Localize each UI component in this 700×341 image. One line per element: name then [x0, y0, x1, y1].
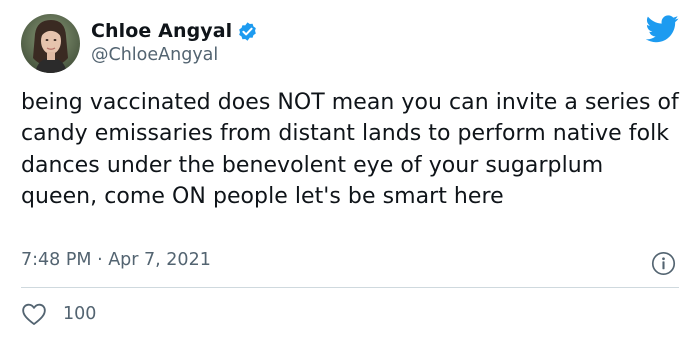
display-name[interactable]: Chloe Angyal: [91, 20, 232, 42]
author-handle[interactable]: @ChloeAngyal: [91, 45, 218, 65]
tweet-actions: 100: [21, 300, 96, 328]
author-name-row[interactable]: Chloe Angyal: [91, 18, 258, 44]
tweet-text: being vaccinated does NOT mean you can i…: [21, 90, 679, 209]
info-icon[interactable]: [651, 251, 676, 276]
heart-icon: [22, 303, 46, 325]
tweet-card: Chloe Angyal @ChloeAngyal being vaccinat…: [0, 0, 700, 341]
profile-photo-icon: [21, 14, 80, 73]
tweet-timestamp[interactable]: 7:48 PM · Apr 7, 2021: [21, 250, 211, 270]
verified-badge-icon: [237, 21, 258, 42]
twitter-bird-icon[interactable]: [645, 15, 679, 43]
avatar[interactable]: [21, 14, 80, 73]
divider: [21, 287, 679, 288]
like-button[interactable]: [21, 302, 47, 326]
like-count[interactable]: 100: [63, 304, 96, 324]
